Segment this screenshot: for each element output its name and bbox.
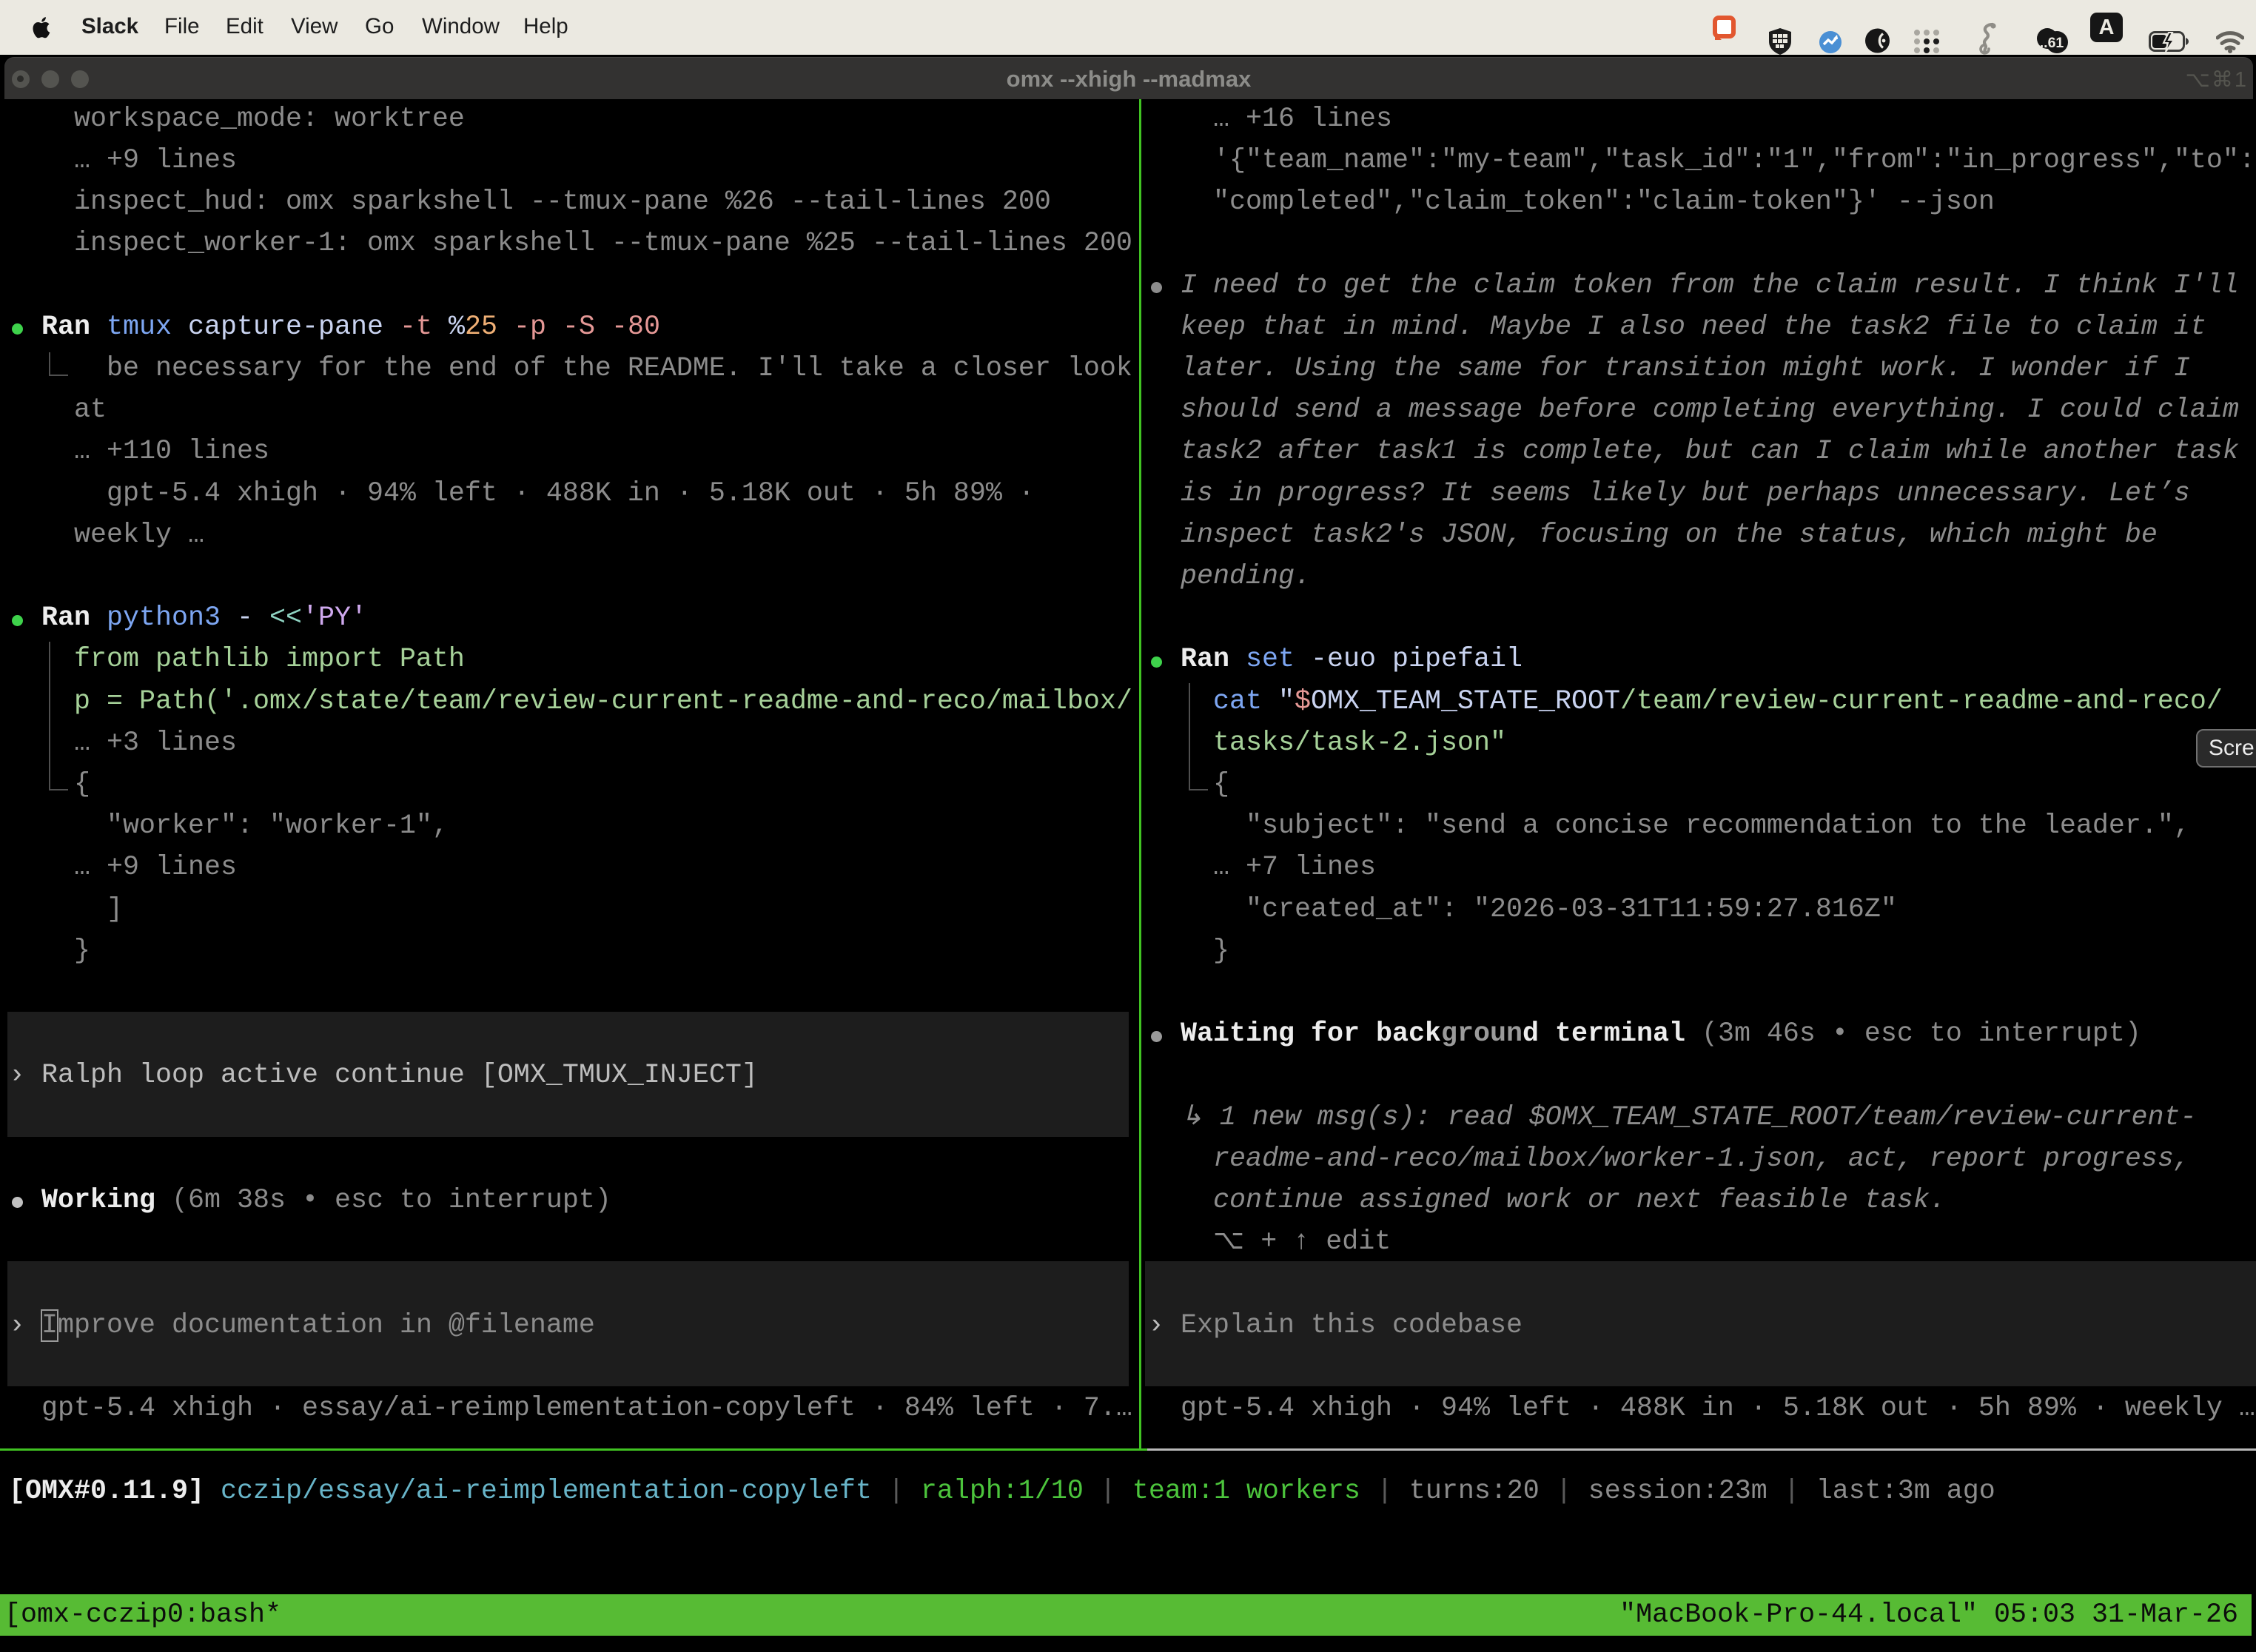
svg-text:..61: ..61 <box>2040 35 2064 51</box>
